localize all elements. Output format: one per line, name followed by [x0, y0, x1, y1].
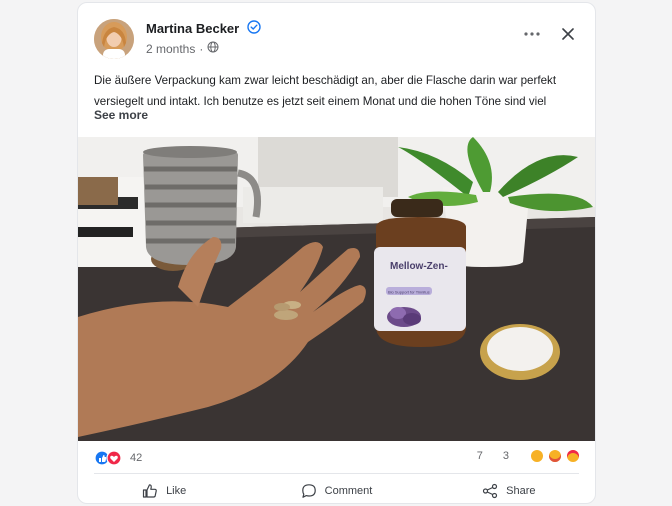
author-name[interactable]: Martina Becker: [146, 21, 239, 36]
reaction-icons[interactable]: [94, 450, 124, 466]
share-button[interactable]: Share: [423, 477, 595, 503]
like-label: Like: [166, 485, 187, 497]
bottle-brand-text: Mellow-Zen-: [390, 261, 448, 272]
post-header: Martina Becker 2 months ·: [94, 19, 579, 61]
like-button[interactable]: Like: [78, 477, 250, 503]
verified-badge-icon: [247, 20, 261, 34]
share-count[interactable]: 3: [503, 450, 509, 462]
close-icon: [562, 28, 574, 40]
comment-button[interactable]: Comment: [250, 477, 422, 503]
meta-separator: ·: [199, 41, 204, 56]
post-actions: Like Comment Share: [78, 477, 595, 503]
post-stats: 42 7 3: [94, 448, 579, 468]
see-more-link[interactable]: See more: [94, 108, 148, 122]
close-button[interactable]: [557, 23, 579, 45]
post-meta: 2 months ·: [146, 41, 219, 56]
comment-bubble-icon: [301, 484, 316, 498]
share-icon: [483, 483, 498, 499]
reaction-count[interactable]: 42: [130, 452, 142, 464]
comment-label: Comment: [324, 485, 373, 497]
actions-divider: [94, 473, 579, 474]
more-options-button[interactable]: [521, 23, 543, 45]
avatar[interactable]: [94, 19, 134, 59]
comment-count[interactable]: 7: [477, 450, 483, 462]
share-label: Share: [506, 485, 536, 497]
thumbs-up-icon: [142, 484, 157, 498]
wow-emoji-icon: [549, 450, 561, 462]
post-card: Martina Becker 2 months · Die äußere Ver…: [77, 2, 596, 504]
post-photo[interactable]: Mellow-Zen- Bio Support for Tinnitus: [78, 137, 595, 441]
more-dots-icon: [524, 32, 540, 36]
bottle-tag-text: Bio Support for Tinnitus: [388, 290, 430, 295]
engagement-counts: 7 3: [477, 450, 579, 462]
globe-icon: [207, 41, 219, 56]
love-eyes-emoji-icon: [567, 450, 579, 462]
post-time[interactable]: 2 months: [146, 42, 195, 56]
laugh-emoji-icon: [531, 450, 543, 462]
post-body-text: Die äußere Verpackung kam zwar leicht be…: [94, 74, 557, 108]
